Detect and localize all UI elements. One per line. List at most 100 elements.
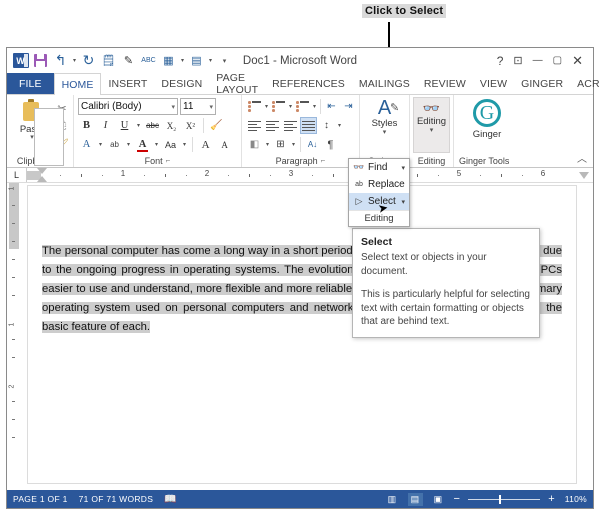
- font-size-dropdown-icon[interactable]: ▾: [209, 103, 213, 111]
- numbering-dropdown-icon[interactable]: ▾: [287, 98, 294, 115]
- tooltip-paragraph-1: Select text or objects in your document.: [361, 251, 531, 278]
- hanging-indent-marker[interactable]: [37, 176, 47, 182]
- grow-font-button[interactable]: A: [197, 136, 214, 153]
- ginger-button[interactable]: G Ginger: [457, 97, 517, 140]
- window-title: Doc1 - Microsoft Word: [7, 55, 593, 67]
- print-layout-button[interactable]: ▤: [408, 493, 423, 506]
- tab-insert[interactable]: INSERT: [101, 73, 154, 94]
- strikethrough-button[interactable]: abc: [144, 117, 161, 134]
- bold-button[interactable]: B: [78, 117, 95, 134]
- shading-button[interactable]: ◧: [246, 136, 263, 153]
- zoom-in-button[interactable]: +: [548, 494, 555, 505]
- change-case-dropdown-icon[interactable]: ▾: [181, 136, 188, 153]
- ruler-number: 1: [121, 169, 125, 178]
- ruler-number: 1: [8, 187, 15, 191]
- right-indent-marker[interactable]: [579, 172, 589, 179]
- title-bar: W ↰ ▾ ↻ 🗒 ✎ ABC ▦ ▾ ▤ ▾ ▾ Doc1 - Microso…: [7, 48, 593, 73]
- line-spacing-button[interactable]: ↕: [318, 117, 335, 134]
- tab-design[interactable]: DESIGN: [154, 73, 209, 94]
- superscript-button[interactable]: X²: [182, 117, 199, 134]
- justify-button[interactable]: [300, 117, 317, 134]
- shading-dropdown-icon[interactable]: ▾: [264, 136, 271, 153]
- word-count-indicator[interactable]: 71 OF 71 WORDS: [79, 494, 154, 504]
- ruler-number: 3: [289, 169, 293, 178]
- status-bar: PAGE 1 OF 1 71 OF 71 WORDS 📖 ▥ ▤ ▣ − + 1…: [7, 490, 593, 508]
- text-highlight-dropdown-icon[interactable]: ▾: [125, 136, 132, 153]
- vertical-ruler[interactable]: 1 1 2: [7, 183, 21, 490]
- text-effects-button[interactable]: A: [78, 136, 95, 153]
- tab-view[interactable]: VIEW: [473, 73, 514, 94]
- proofing-errors-icon[interactable]: 📖: [164, 494, 177, 505]
- font-color-button[interactable]: A: [134, 136, 151, 153]
- tab-review[interactable]: REVIEW: [417, 73, 473, 94]
- shrink-font-button[interactable]: A: [216, 136, 233, 153]
- horizontal-ruler[interactable]: 1 2 3 4 5 6: [27, 168, 593, 182]
- multilevel-list-dropdown-icon[interactable]: ▾: [311, 98, 318, 115]
- read-mode-button[interactable]: ▥: [385, 493, 400, 506]
- underline-button[interactable]: U: [116, 117, 133, 134]
- tooltip-paragraph-2: This is particularly helpful for selecti…: [361, 288, 531, 329]
- collapse-ribbon-icon[interactable]: ︿: [577, 150, 587, 165]
- ruler-number: 1: [8, 323, 15, 327]
- paste-button[interactable]: Paste ▾: [10, 97, 54, 141]
- mouse-cursor-icon: ➤: [377, 200, 389, 216]
- web-layout-button[interactable]: ▣: [431, 493, 446, 506]
- editing-button[interactable]: 👓 Editing ▾: [413, 97, 450, 153]
- italic-button[interactable]: I: [97, 117, 114, 134]
- paste-icon: [21, 99, 43, 123]
- sort-button[interactable]: A↓: [304, 136, 321, 153]
- align-left-button[interactable]: [246, 117, 263, 134]
- text-highlight-color-button[interactable]: ab: [106, 136, 123, 153]
- ginger-button-label: Ginger: [473, 129, 502, 140]
- tab-file[interactable]: FILE: [7, 73, 54, 94]
- editing-dropdown-icon[interactable]: ▾: [430, 127, 434, 134]
- font-color-dropdown-icon[interactable]: ▾: [153, 136, 160, 153]
- ruler-number: 6: [541, 169, 545, 178]
- tab-acrobat[interactable]: ACROB: [570, 73, 600, 94]
- change-case-button[interactable]: Aa: [162, 136, 179, 153]
- borders-button[interactable]: ⊞: [272, 136, 289, 153]
- styles-button[interactable]: A Styles ▾: [363, 97, 406, 136]
- chevron-down-icon[interactable]: ▾: [401, 198, 405, 206]
- font-dialog-launcher-icon[interactable]: ⌐: [166, 156, 171, 165]
- borders-dropdown-icon[interactable]: ▾: [290, 136, 297, 153]
- font-size-combobox[interactable]: 11 ▾: [180, 98, 216, 115]
- show-formatting-marks-button[interactable]: ¶: [322, 136, 339, 153]
- paragraph-dialog-launcher-icon[interactable]: ⌐: [321, 156, 326, 165]
- tab-references[interactable]: REFERENCES: [265, 73, 352, 94]
- zoom-level-label[interactable]: 110%: [563, 494, 587, 504]
- zoom-out-button[interactable]: −: [454, 494, 461, 505]
- replace-icon: ab: [353, 181, 365, 188]
- styles-dropdown-icon[interactable]: ▾: [383, 129, 387, 136]
- tab-home[interactable]: HOME: [54, 73, 102, 95]
- chevron-down-icon[interactable]: ▾: [401, 164, 405, 172]
- tab-mailings[interactable]: MAILINGS: [352, 73, 417, 94]
- page-indicator[interactable]: PAGE 1 OF 1: [13, 494, 68, 504]
- ruler-number: 5: [457, 169, 461, 178]
- bullets-dropdown-icon[interactable]: ▾: [263, 98, 270, 115]
- zoom-slider[interactable]: [468, 493, 540, 506]
- increase-indent-button[interactable]: ⇥: [340, 98, 357, 115]
- bullets-button[interactable]: [246, 98, 263, 115]
- menu-item-find[interactable]: 👓 Find ▾: [349, 159, 409, 176]
- font-name-dropdown-icon[interactable]: ▾: [171, 103, 175, 111]
- tab-page-layout[interactable]: PAGE LAYOUT: [209, 73, 265, 94]
- align-center-button[interactable]: [264, 117, 281, 134]
- underline-dropdown-icon[interactable]: ▾: [135, 117, 142, 134]
- font-name-combobox[interactable]: Calibri (Body) ▾: [78, 98, 178, 115]
- paragraph-group-label: Paragraph: [276, 156, 318, 166]
- menu-item-label: Replace: [368, 179, 405, 190]
- clear-formatting-button[interactable]: 🧹: [208, 117, 225, 134]
- text-effects-dropdown-icon[interactable]: ▾: [97, 136, 104, 153]
- tab-stop-selector[interactable]: L: [7, 168, 27, 182]
- editing-button-label: Editing: [417, 116, 446, 127]
- numbering-button[interactable]: [270, 98, 287, 115]
- multilevel-list-button[interactable]: [294, 98, 311, 115]
- tab-ginger[interactable]: GINGER: [514, 73, 570, 94]
- decrease-indent-button[interactable]: ⇤: [323, 98, 340, 115]
- first-line-indent-marker[interactable]: [37, 168, 47, 174]
- align-right-button[interactable]: [282, 117, 299, 134]
- line-spacing-dropdown-icon[interactable]: ▾: [336, 117, 343, 134]
- menu-item-replace[interactable]: ab Replace: [349, 176, 409, 193]
- subscript-button[interactable]: X₂: [163, 117, 180, 134]
